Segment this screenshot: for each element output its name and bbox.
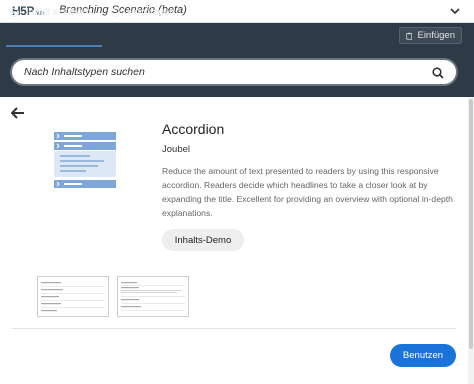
tab-create-content[interactable]: Inhalt erstellen — [10, 0, 91, 24]
content-demo-button[interactable]: Inhalts-Demo — [162, 229, 244, 251]
divider — [12, 328, 456, 329]
radio-checked-icon — [10, 7, 19, 17]
arrow-left-icon[interactable] — [11, 107, 25, 119]
tab-label: Hochladen — [127, 6, 175, 18]
screenshot-thumbnail[interactable] — [37, 276, 109, 317]
screenshot-thumbnail[interactable] — [117, 276, 189, 317]
content-type-title: Accordion — [162, 121, 225, 137]
screenshot-preview-image — [121, 282, 185, 311]
tab-upload[interactable]: Hochladen — [111, 0, 175, 24]
content-type-owner: Joubel — [162, 144, 190, 155]
search-icon[interactable] — [432, 67, 444, 79]
content-type-description: Reduce the amount of text presented to r… — [162, 166, 453, 218]
search-box[interactable] — [10, 58, 458, 86]
tab-label: Inhalt erstellen — [26, 6, 92, 18]
radio-unchecked-icon — [111, 7, 120, 17]
chevron-down-icon[interactable] — [449, 5, 461, 17]
paste-button-label: Einfügen — [417, 30, 455, 41]
use-button[interactable]: Benutzen — [390, 344, 456, 367]
search-input[interactable] — [24, 66, 424, 78]
accordion-thumbnail — [54, 132, 116, 188]
scrollbar-thumb[interactable] — [469, 99, 473, 349]
clipboard-icon — [406, 32, 413, 40]
paste-button[interactable]: Einfügen — [399, 27, 462, 44]
screenshot-preview-image — [41, 282, 105, 312]
